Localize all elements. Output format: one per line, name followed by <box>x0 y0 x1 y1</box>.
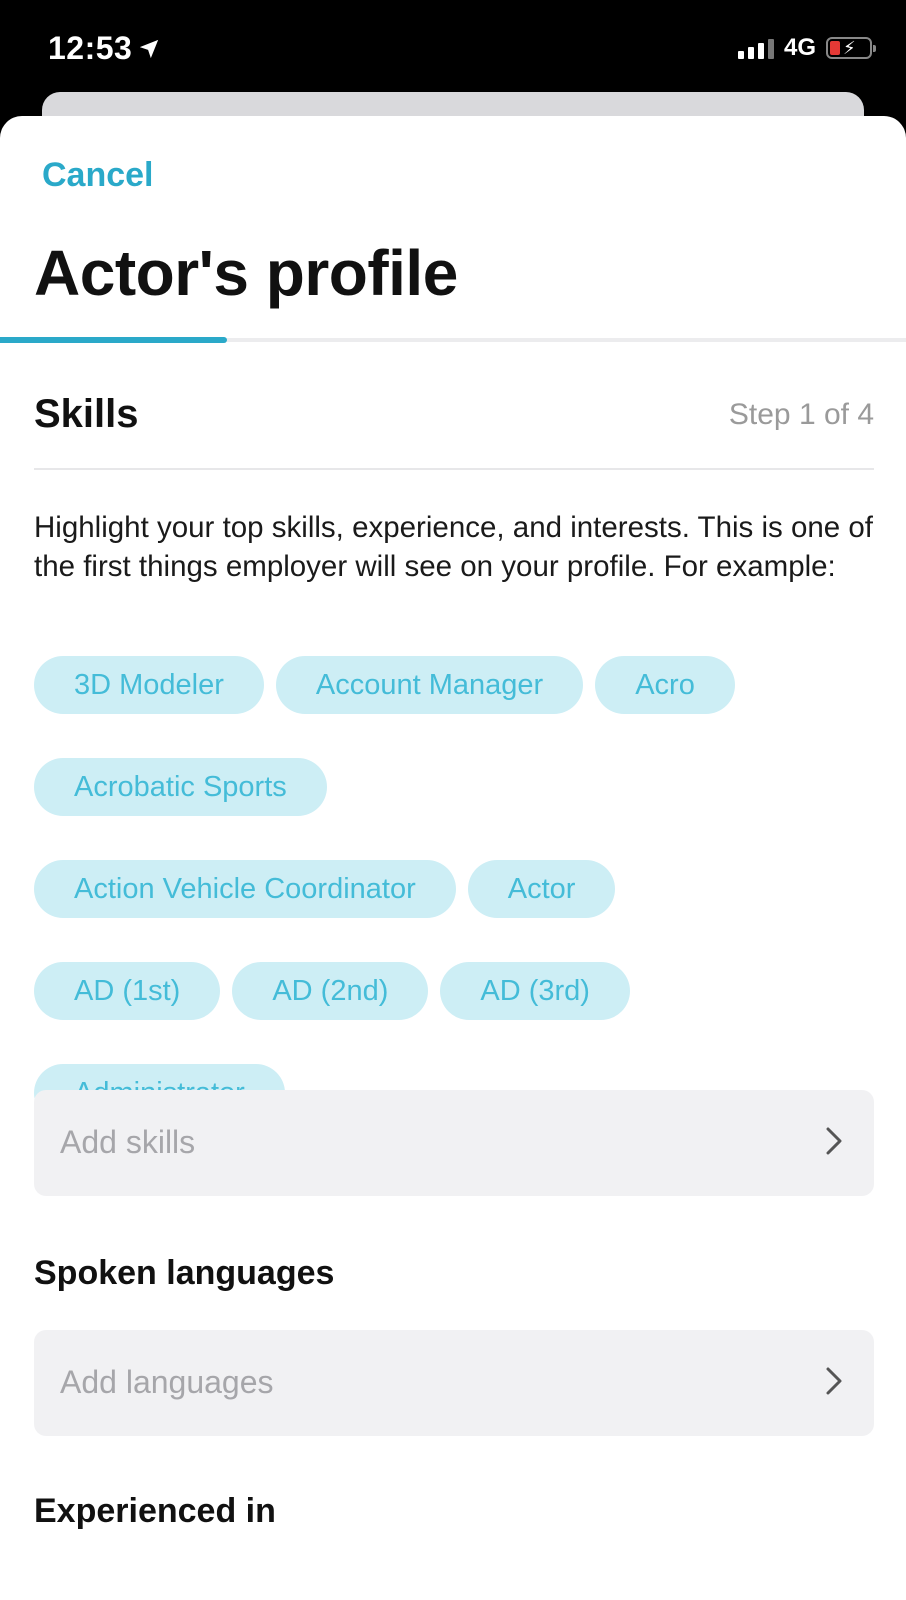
add-skills-placeholder: Add skills <box>60 1124 196 1160</box>
add-languages-placeholder: Add languages <box>60 1364 274 1400</box>
cancel-button[interactable]: Cancel <box>42 156 154 195</box>
add-languages-field[interactable]: Add languages <box>34 1330 874 1436</box>
divider <box>34 468 874 470</box>
skill-chip[interactable]: Action Vehicle Coordinator <box>34 860 456 918</box>
skill-chip[interactable]: AD (2nd) <box>232 962 429 1020</box>
page-title: Actor's profile <box>34 237 458 309</box>
skills-description: Highlight your top skills, experience, a… <box>34 511 873 583</box>
progress-bar-fill <box>0 337 227 343</box>
experienced-in-title: Experienced in <box>34 1492 276 1530</box>
status-indicators: 4G ⚡ <box>737 34 876 62</box>
chevron-right-icon <box>826 1127 842 1155</box>
skill-chip[interactable]: Acro <box>595 656 735 714</box>
progress-bar <box>0 337 906 343</box>
skill-chip[interactable]: 3D Modeler <box>34 656 264 714</box>
skill-chip[interactable]: AD (1st) <box>34 962 221 1020</box>
skill-chip[interactable]: Actor <box>467 860 616 918</box>
skill-chip[interactable]: Acrobatic Sports <box>34 758 327 816</box>
step-indicator: Step 1 of 4 <box>728 398 874 431</box>
battery-charging-icon: ⚡ <box>826 37 876 59</box>
skill-chip[interactable]: AD (3rd) <box>440 962 630 1020</box>
network-type: 4G <box>783 34 816 61</box>
chevron-right-icon <box>826 1367 842 1395</box>
skill-chip[interactable]: Account Manager <box>275 656 584 714</box>
signal-icon <box>737 37 774 59</box>
add-skills-field[interactable]: Add skills <box>34 1090 874 1196</box>
location-arrow-icon <box>140 39 159 58</box>
spoken-languages-title: Spoken languages <box>34 1254 335 1292</box>
status-time-text: 12:53 <box>48 30 133 66</box>
status-bar: 12:53 4G ⚡ <box>0 0 906 96</box>
skills-section-title: Skills <box>34 392 139 436</box>
skill-example-chips: 3D Modeler Account Manager Acro Acrobati… <box>34 656 874 1122</box>
profile-sheet: Cancel Actor's profile Skills Step 1 of … <box>0 116 906 1600</box>
status-time: 12:53 <box>48 30 160 67</box>
